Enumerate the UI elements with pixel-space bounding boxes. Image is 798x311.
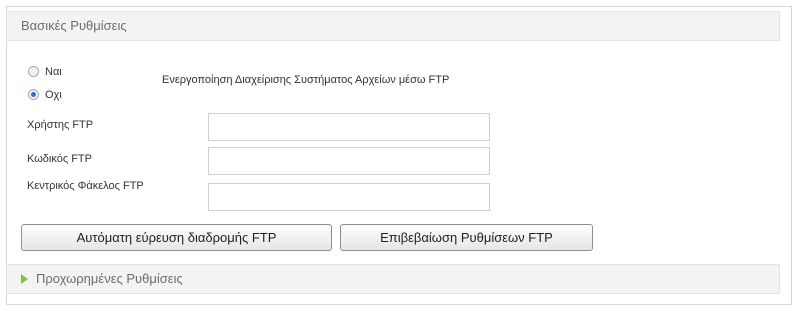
basic-settings-header: Βασικές Ρυθμίσεις <box>6 11 780 41</box>
ftp-enable-no-radio[interactable] <box>28 89 39 100</box>
ftp-user-input[interactable] <box>208 113 490 141</box>
advanced-settings-title: Προχωρημένες Ρυθμίσεις <box>36 271 183 286</box>
ftp-enable-no-option[interactable]: Οχι <box>28 87 62 103</box>
basic-settings-title: Βασικές Ρυθμίσεις <box>21 18 127 33</box>
advanced-settings-header[interactable]: Προχωρημένες Ρυθμίσεις <box>6 264 780 294</box>
expand-arrow-icon <box>21 274 28 284</box>
ftp-password-input[interactable] <box>208 147 490 175</box>
ftp-root-folder-input[interactable] <box>208 183 490 211</box>
ftp-user-label: Χρήστης FTP <box>27 119 94 131</box>
verify-ftp-settings-button[interactable]: Επιβεβαίωση Ρυθμίσεων FTP <box>340 224 593 251</box>
ftp-enable-yes-label: Ναι <box>45 66 62 78</box>
autodetect-ftp-path-button[interactable]: Αυτόματη εύρευση διαδρομής FTP <box>21 224 332 251</box>
ftp-enable-description: Ενεργοποίηση Διαχείρισης Συστήματος Αρχε… <box>162 74 450 86</box>
ftp-root-folder-label: Κεντρικός Φάκελος FTP <box>27 180 144 192</box>
ftp-enable-no-label: Οχι <box>45 89 62 101</box>
ftp-password-label: Κωδικός FTP <box>27 153 92 165</box>
ftp-enable-yes-option[interactable]: Ναι <box>28 64 62 80</box>
ftp-enable-yes-radio[interactable] <box>28 66 39 77</box>
